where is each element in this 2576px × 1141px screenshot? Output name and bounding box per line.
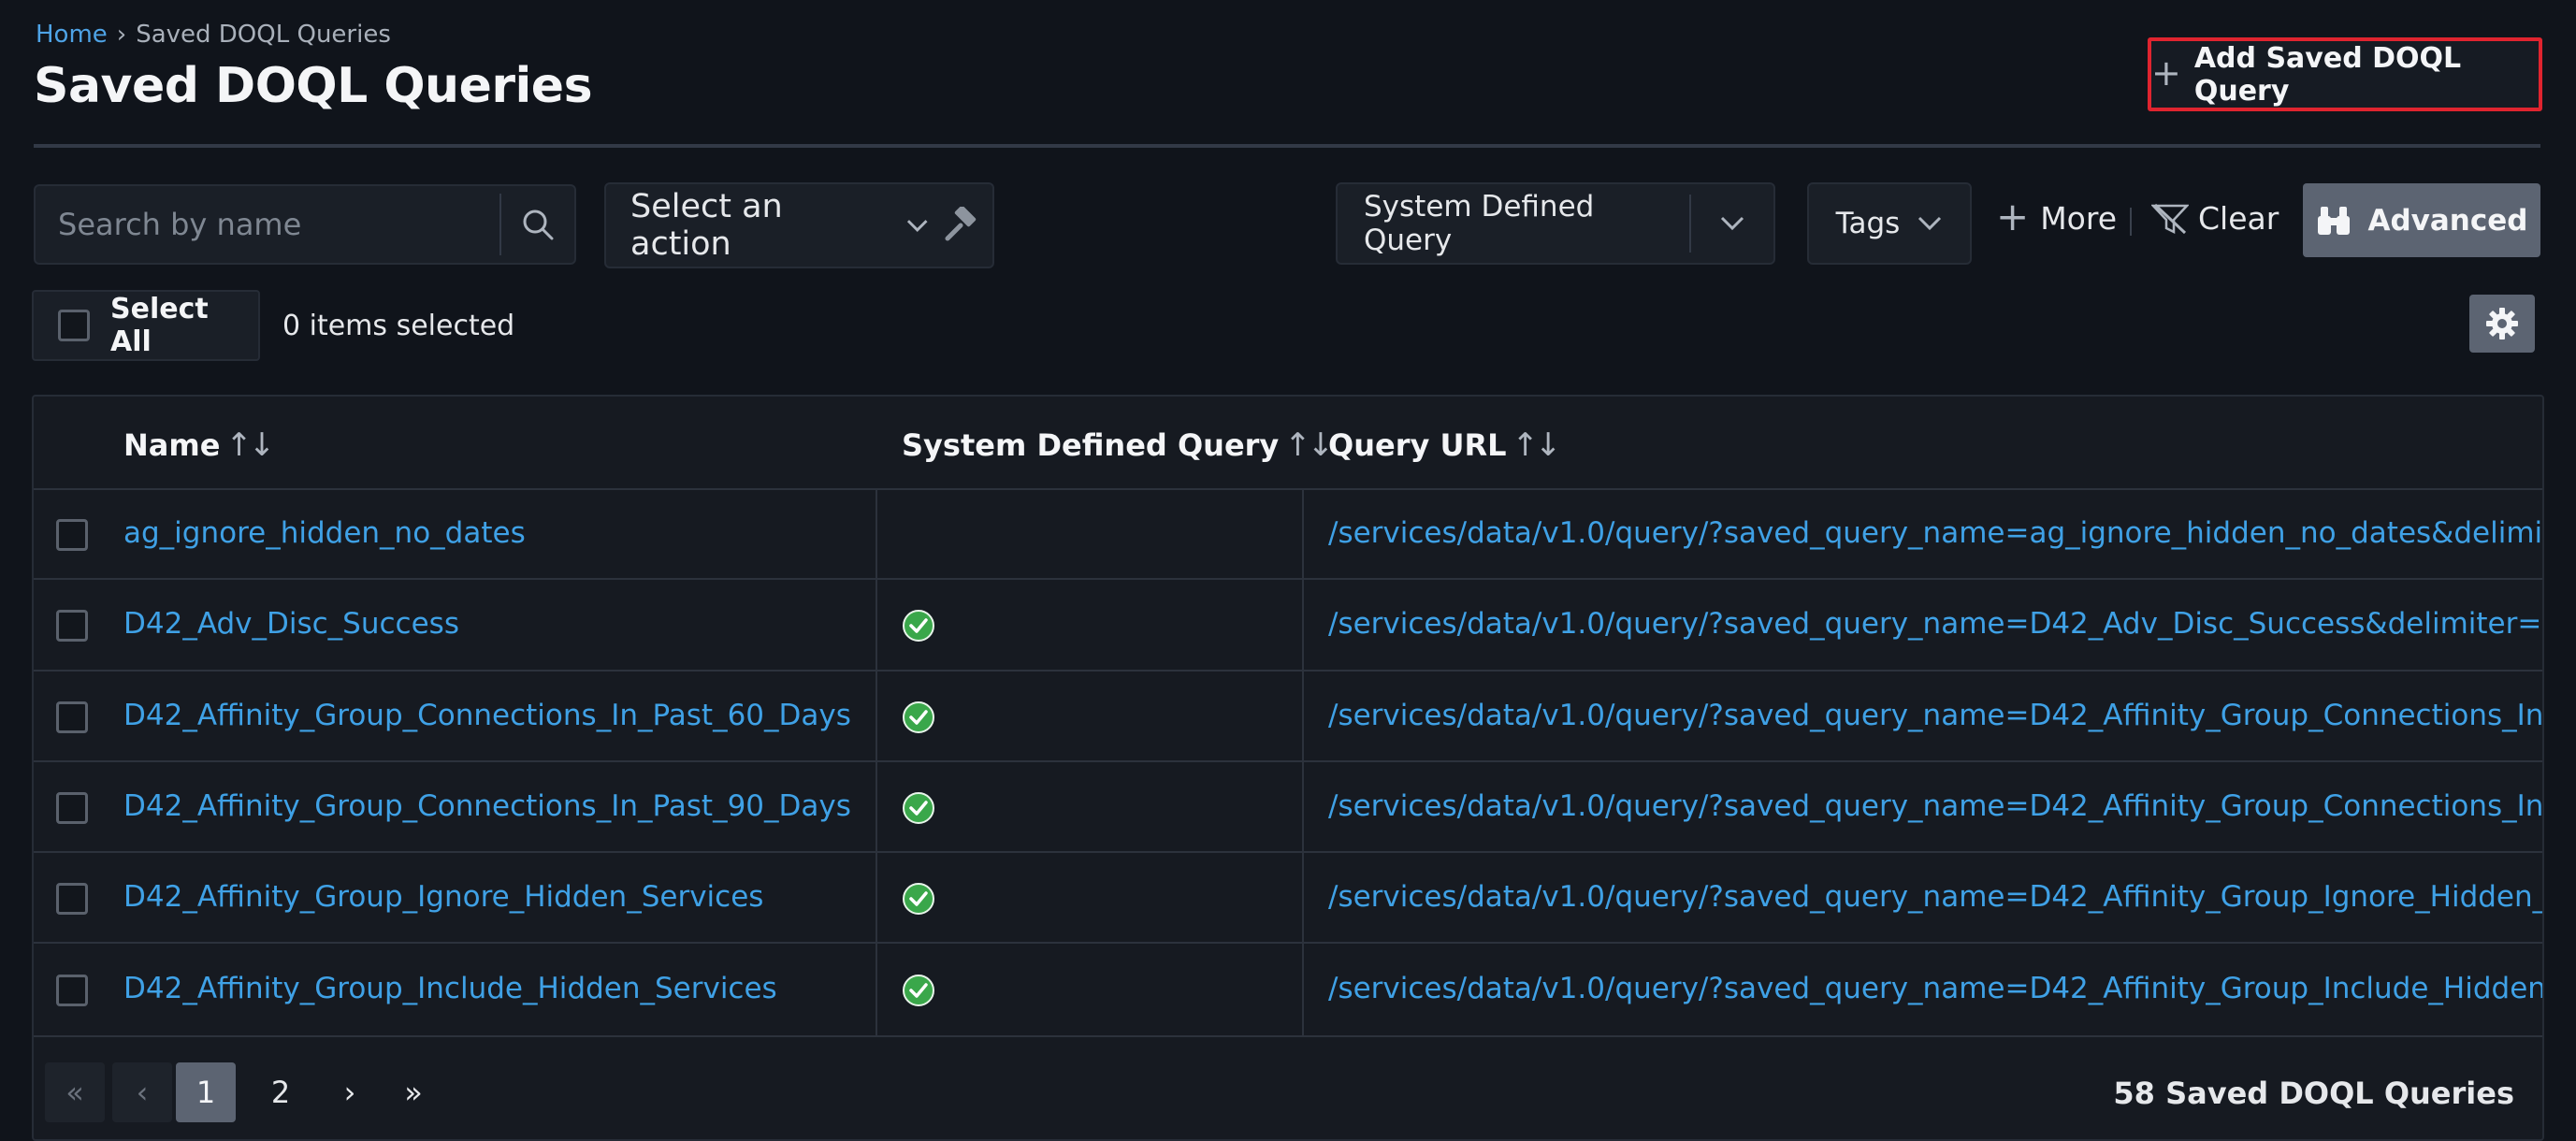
search-box: [34, 184, 576, 265]
action-select: Select an action: [604, 182, 994, 268]
column-header-system-defined[interactable]: System Defined Query ↑↓: [902, 426, 1334, 464]
table-row: D42_Affinity_Group_Connections_In_Past_6…: [34, 672, 2542, 762]
system-defined-query-filter: System Defined Query: [1336, 182, 1775, 265]
check-circle-icon: [903, 610, 934, 642]
check-circle-icon: [903, 975, 934, 1006]
query-url-link[interactable]: /services/data/v1.0/query/?saved_query_n…: [1328, 516, 2542, 550]
hammer-icon[interactable]: [929, 184, 992, 267]
gear-icon: [2486, 308, 2518, 339]
breadcrumb-home-link[interactable]: Home: [36, 21, 108, 49]
advanced-label: Advanced: [2367, 203, 2528, 238]
column-header-query-url[interactable]: Query URL ↑↓: [1328, 426, 1561, 464]
header-divider: [34, 144, 2540, 148]
table-row: ag_ignore_hidden_no_dates/services/data/…: [34, 490, 2542, 580]
row-checkbox[interactable]: [56, 791, 88, 824]
select-all-checkbox[interactable]: [58, 310, 90, 341]
query-name-link[interactable]: D42_Affinity_Group_Include_Hidden_Servic…: [123, 972, 777, 1005]
breadcrumb: Home › Saved DOQL Queries: [36, 21, 391, 49]
breadcrumb-separator: ›: [116, 21, 127, 49]
items-selected-count: 0 items selected: [282, 310, 515, 342]
row-checkbox[interactable]: [56, 700, 88, 733]
table-row: D42_Adv_Disc_Success/services/data/v1.0/…: [34, 580, 2542, 672]
last-page-button[interactable]: »: [384, 1062, 443, 1122]
action-dropdown[interactable]: Select an action: [606, 188, 929, 263]
search-input[interactable]: [36, 186, 499, 263]
table-settings-button[interactable]: [2469, 295, 2535, 353]
query-url-link[interactable]: /services/data/v1.0/query/?saved_query_n…: [1328, 880, 2542, 914]
column-name-label: Name: [123, 427, 221, 463]
chevron-down-icon: [906, 220, 928, 232]
check-circle-icon: [903, 700, 934, 733]
action-select-label: Select an action: [630, 188, 783, 263]
sort-icon: ↑↓: [1512, 426, 1561, 464]
plus-icon: +: [2151, 51, 2181, 94]
query-url-link[interactable]: /services/data/v1.0/query/?saved_query_n…: [1328, 699, 2542, 732]
toolbar-divider: [2130, 208, 2132, 236]
column-header-name[interactable]: Name ↑↓: [123, 426, 275, 464]
next-page-button[interactable]: ›: [320, 1062, 380, 1122]
tags-label: Tags: [1835, 207, 1901, 240]
system-defined-filter-label[interactable]: System Defined Query: [1338, 190, 1689, 257]
query-url-link[interactable]: /services/data/v1.0/query/?saved_query_n…: [1328, 972, 2542, 1005]
clear-filter-icon: [2151, 203, 2189, 234]
binoculars-icon: [2317, 206, 2350, 235]
prev-page-button[interactable]: ‹: [112, 1062, 172, 1122]
query-name-link[interactable]: D42_Affinity_Group_Connections_In_Past_6…: [123, 699, 851, 732]
breadcrumb-current: Saved DOQL Queries: [136, 21, 391, 49]
more-filters-button[interactable]: + More: [1996, 193, 2118, 239]
page-button-2[interactable]: 2: [251, 1062, 311, 1122]
plus-icon: +: [1996, 193, 2030, 239]
column-system-defined-label: System Defined Query: [902, 427, 1280, 463]
chevron-down-icon[interactable]: [1691, 215, 1773, 232]
select-all-label: Select All: [110, 293, 209, 358]
check-circle-icon: [903, 882, 934, 915]
table-row: D42_Affinity_Group_Connections_In_Past_9…: [34, 762, 2542, 853]
add-button-label: Add Saved DOQL Query: [2193, 41, 2462, 108]
chevron-down-icon: [1918, 216, 1942, 231]
search-icon[interactable]: [501, 186, 574, 263]
clear-label: Clear: [2198, 200, 2279, 237]
row-checkbox[interactable]: [56, 975, 88, 1006]
first-page-button[interactable]: «: [45, 1062, 105, 1122]
query-name-link[interactable]: ag_ignore_hidden_no_dates: [123, 516, 526, 550]
check-circle-icon: [903, 791, 934, 824]
page-button-1[interactable]: 1: [176, 1062, 236, 1122]
table-row: D42_Affinity_Group_Include_Hidden_Servic…: [34, 944, 2542, 1037]
advanced-search-button[interactable]: Advanced: [2303, 183, 2540, 257]
saved-queries-table: Name ↑↓ System Defined Query ↑↓ Query UR…: [32, 395, 2544, 1141]
query-name-link[interactable]: D42_Adv_Disc_Success: [123, 607, 459, 641]
query-name-link[interactable]: D42_Affinity_Group_Connections_In_Past_9…: [123, 789, 851, 823]
clear-filters-button[interactable]: Clear: [2151, 200, 2279, 237]
select-all-toggle[interactable]: Select All: [32, 290, 260, 361]
sort-icon: ↑↓: [225, 426, 275, 464]
total-count: 58 Saved DOQL Queries: [2113, 1076, 2514, 1111]
add-saved-doql-query-button[interactable]: + Add Saved DOQL Query: [2148, 37, 2542, 111]
query-url-link[interactable]: /services/data/v1.0/query/?saved_query_n…: [1328, 789, 2542, 823]
saved-doql-queries-page: Home › Saved DOQL Queries Saved DOQL Que…: [0, 0, 2576, 1141]
more-label: More: [2040, 200, 2118, 237]
column-query-url-label: Query URL: [1328, 427, 1507, 463]
tags-filter[interactable]: Tags: [1807, 182, 1972, 265]
query-name-link[interactable]: D42_Affinity_Group_Ignore_Hidden_Service…: [123, 880, 763, 914]
sort-icon: ↑↓: [1284, 426, 1334, 464]
pagination: « ‹ 1 2 › » 58 Saved DOQL Queries: [34, 1038, 2542, 1139]
row-checkbox[interactable]: [56, 882, 88, 915]
page-title: Saved DOQL Queries: [34, 58, 593, 114]
query-url-link[interactable]: /services/data/v1.0/query/?saved_query_n…: [1328, 607, 2542, 641]
row-checkbox[interactable]: [56, 610, 88, 642]
table-row: D42_Affinity_Group_Ignore_Hidden_Service…: [34, 853, 2542, 944]
table-header: Name ↑↓ System Defined Query ↑↓ Query UR…: [34, 397, 2542, 490]
row-checkbox[interactable]: [56, 519, 88, 551]
